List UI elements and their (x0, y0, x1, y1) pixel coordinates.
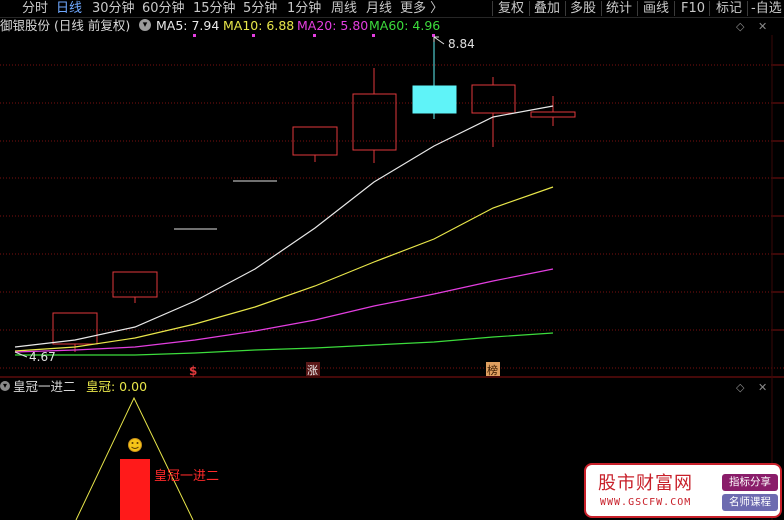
diamond-icon[interactable]: ◇ (736, 20, 744, 33)
indicator-name: 皇冠一进二 (13, 379, 76, 394)
ma5-line (14, 105, 554, 348)
marker-list: 榜 (487, 363, 498, 377)
ma10-label: MA10: 6.88 (223, 18, 295, 33)
indicator-shape: 皇冠一进二 (75, 396, 219, 520)
marker-limit-up: 涨 (307, 364, 318, 377)
chevron-down-icon[interactable]: ▾ (0, 381, 10, 391)
stock-title: 御银股份 (日线 前复权) (0, 18, 131, 33)
candle-body (471, 84, 516, 114)
ma20-line (14, 268, 554, 353)
watermark-badge-indicator: 指标分享 (722, 474, 778, 491)
ma60-label: MA60: 4.96 (369, 18, 441, 33)
candle-body (412, 85, 457, 114)
indicator-bar (120, 459, 150, 520)
indicator-value: 皇冠: 0.00 (86, 379, 148, 394)
high-marker: 8.84 (433, 36, 475, 51)
diamond-icon[interactable]: ◇ (736, 381, 744, 394)
high-price-label: 8.84 (448, 37, 475, 51)
watermark-title: 股市财富网 (598, 473, 693, 494)
smiley-icon (128, 438, 142, 452)
candle-body (352, 93, 397, 151)
candle-body (52, 312, 98, 345)
ma5-label: MA5: 7.94 (156, 18, 220, 33)
candle-body (530, 111, 576, 118)
ma10-line (14, 186, 554, 352)
kline-chart[interactable]: 8.84 4.67 $ 涨 榜 皇冠一进二 (0, 0, 784, 520)
marker-dollar: $ (189, 364, 197, 378)
candle-body (112, 271, 158, 298)
watermark-badge-course: 名师课程 (722, 494, 778, 511)
close-icon[interactable]: ✕ (758, 20, 767, 33)
candles (52, 37, 576, 352)
watermark-url: WWW.GSCFW.COM (600, 497, 692, 508)
indicator-bar-label: 皇冠一进二 (154, 469, 219, 484)
chevron-down-icon[interactable]: ▾ (139, 19, 151, 31)
low-price-label: 4.67 (29, 350, 56, 364)
grid (0, 64, 784, 369)
site-watermark: 股市财富网 WWW.GSCFW.COM 指标分享 名师课程 (584, 463, 782, 518)
y-axis-ticks (772, 64, 784, 331)
close-icon[interactable]: ✕ (758, 381, 767, 394)
ma20-label: MA20: 5.80 (297, 18, 369, 33)
